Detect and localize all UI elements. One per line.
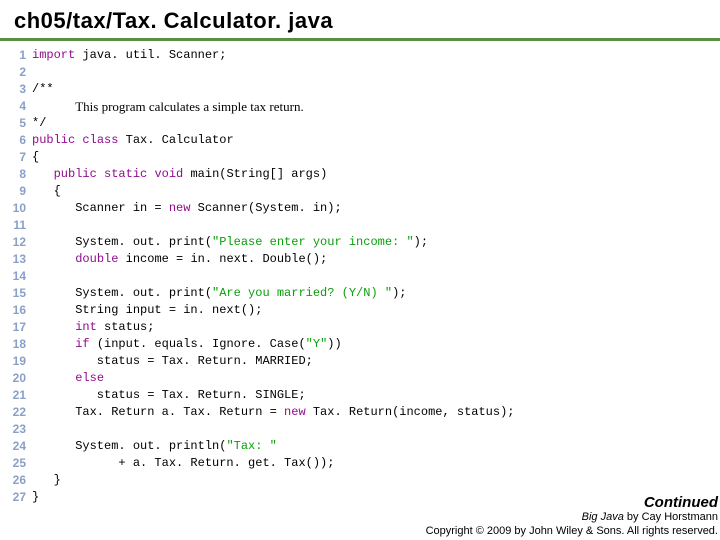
line-number: 14 — [0, 268, 26, 285]
line-number: 21 — [0, 387, 26, 404]
line-number: 22 — [0, 404, 26, 421]
footer: Continued Big Java by Cay Horstmann Copy… — [426, 496, 718, 538]
footer-line-1: Big Java by Cay Horstmann — [426, 510, 718, 524]
code-line: This program calculates a simple tax ret… — [32, 98, 515, 115]
code-line: if (input. equals. Ignore. Case("Y")) — [32, 336, 515, 353]
code-line: System. out. print("Are you married? (Y/… — [32, 285, 515, 302]
code-line: } — [32, 472, 515, 489]
code-line: public static void main(String[] args) — [32, 166, 515, 183]
line-number: 24 — [0, 438, 26, 455]
code-line: else — [32, 370, 515, 387]
continued-label: Continued — [426, 496, 718, 510]
line-number: 13 — [0, 251, 26, 268]
code-line: { — [32, 149, 515, 166]
line-number: 20 — [0, 370, 26, 387]
line-number: 10 — [0, 200, 26, 217]
code-line — [32, 268, 515, 285]
line-number: 15 — [0, 285, 26, 302]
code-content: import java. util. Scanner; /** This prog… — [32, 47, 515, 506]
code-line: System. out. println("Tax: " — [32, 438, 515, 455]
line-number: 19 — [0, 353, 26, 370]
line-number: 6 — [0, 132, 26, 149]
code-line: import java. util. Scanner; — [32, 47, 515, 64]
code-line: { — [32, 183, 515, 200]
line-number: 11 — [0, 217, 26, 234]
code-line: double income = in. next. Double(); — [32, 251, 515, 268]
line-number: 18 — [0, 336, 26, 353]
code-block: 1234567891011121314151617181920212223242… — [0, 41, 720, 506]
line-number: 26 — [0, 472, 26, 489]
line-number: 23 — [0, 421, 26, 438]
line-number: 2 — [0, 64, 26, 81]
code-line: public class Tax. Calculator — [32, 132, 515, 149]
code-line: Scanner in = new Scanner(System. in); — [32, 200, 515, 217]
line-number: 1 — [0, 47, 26, 64]
line-number: 8 — [0, 166, 26, 183]
code-line: int status; — [32, 319, 515, 336]
line-number: 16 — [0, 302, 26, 319]
line-number: 3 — [0, 81, 26, 98]
code-line: String input = in. next(); — [32, 302, 515, 319]
code-line: System. out. print("Please enter your in… — [32, 234, 515, 251]
line-number: 9 — [0, 183, 26, 200]
line-number: 27 — [0, 489, 26, 506]
code-line: */ — [32, 115, 515, 132]
line-number: 25 — [0, 455, 26, 472]
page-title: ch05/tax/Tax. Calculator. java — [0, 0, 720, 41]
line-number: 5 — [0, 115, 26, 132]
line-number: 12 — [0, 234, 26, 251]
code-line: + a. Tax. Return. get. Tax()); — [32, 455, 515, 472]
line-number: 4 — [0, 98, 26, 115]
code-line: /** — [32, 81, 515, 98]
code-line: Tax. Return a. Tax. Return = new Tax. Re… — [32, 404, 515, 421]
code-line: status = Tax. Return. MARRIED; — [32, 353, 515, 370]
footer-line-2: Copyright © 2009 by John Wiley & Sons. A… — [426, 524, 718, 538]
line-number: 7 — [0, 149, 26, 166]
line-number-gutter: 1234567891011121314151617181920212223242… — [0, 47, 32, 506]
code-line: status = Tax. Return. SINGLE; — [32, 387, 515, 404]
code-line — [32, 64, 515, 81]
code-line — [32, 217, 515, 234]
code-line — [32, 421, 515, 438]
line-number: 17 — [0, 319, 26, 336]
